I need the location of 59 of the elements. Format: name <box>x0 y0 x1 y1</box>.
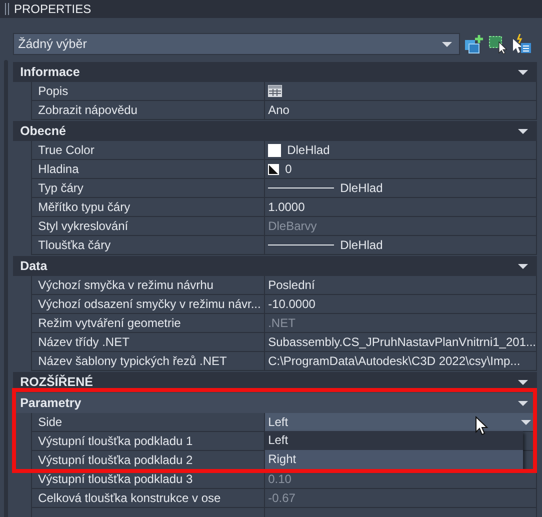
value-text: DleHlad <box>287 143 330 157</box>
line-sample-icon <box>268 243 334 247</box>
dropdown-option[interactable]: Left <box>265 431 524 450</box>
grip-icon <box>5 3 9 15</box>
section-header[interactable]: Informace <box>13 62 537 82</box>
add-selection-button[interactable] <box>464 34 484 54</box>
property-label: Výstupní tloušťka podkladu 2 <box>31 451 266 470</box>
dashed-box-cursor-icon <box>488 34 508 54</box>
caret-icon <box>441 40 454 48</box>
caret-icon <box>520 418 532 426</box>
property-value: .NET <box>265 314 537 333</box>
property-label: Měřítko typu čáry <box>31 198 266 217</box>
color-swatch <box>268 144 282 156</box>
property-label: Název šablony typických řezů .NET <box>31 352 266 371</box>
select-objects-button[interactable] <box>488 34 508 54</box>
property-value: Ano <box>265 101 537 120</box>
property-label: Hladina <box>31 160 266 179</box>
collapse-caret-icon <box>517 399 529 407</box>
value-text: 0 <box>285 162 292 176</box>
property-label: Režim vytváření geometrie <box>31 314 266 333</box>
property-value: DleBarvy <box>265 217 537 236</box>
property-label: Výstupní tloušťka podkladu 1 <box>31 432 266 451</box>
property-label: Tloušťka čáry <box>31 236 266 255</box>
property-label: Popis <box>31 82 266 101</box>
value-text: DleHlad <box>340 181 383 195</box>
property-value: Poslední <box>265 276 537 295</box>
window-title: PROPERTIES <box>14 2 92 16</box>
property-label: Zobrazit nápovědu <box>31 101 266 120</box>
collapse-caret-icon <box>517 68 529 76</box>
property-value: -10.0000 <box>265 295 537 314</box>
property-label: Styl vykreslování <box>31 217 266 236</box>
quick-select-button[interactable] <box>512 34 532 54</box>
property-label: Výchozí smyčka v režimu návrhu <box>31 276 266 295</box>
layer-icon <box>268 164 280 174</box>
mouse-pointer-icon <box>475 416 490 436</box>
line-sample-icon <box>268 186 334 190</box>
property-label: Celková tloušťka konstrukce v ose <box>31 489 266 508</box>
collapse-caret-icon <box>517 378 529 386</box>
squares-plus-icon <box>464 34 484 54</box>
cursor-list-icon <box>512 34 532 54</box>
selection-dropdown[interactable]: Žádný výběr <box>13 33 460 55</box>
section-header[interactable]: Obecné <box>13 121 537 141</box>
collapse-caret-icon <box>517 127 529 135</box>
property-value: Subassembly.CS_JPruhNastavPlanVnitrni1_201... <box>265 333 537 352</box>
property-value: 0.10 <box>265 470 537 489</box>
property-label: Název třídy .NET <box>31 333 266 352</box>
property-value: -0.67 <box>265 489 537 508</box>
property-label: Side <box>31 413 266 432</box>
collapse-caret-icon <box>517 262 529 270</box>
dropdown-option[interactable]: Right <box>265 450 524 469</box>
table-icon <box>268 85 282 97</box>
property-label: Typ čáry <box>31 179 266 198</box>
property-label: True Color <box>31 141 266 160</box>
value-text: DleHlad <box>340 238 383 252</box>
property-value: 1.0000 <box>265 198 537 217</box>
property-label: Výstupní tloušťka podkladu 3 <box>31 470 266 489</box>
property-value: C:\ProgramData\Autodesk\C3D 2022\csy\Imp... <box>265 352 537 371</box>
property-label: Výchozí odsazení smyčky v režimu návr... <box>31 295 266 314</box>
section-header[interactable]: Data <box>13 256 537 276</box>
